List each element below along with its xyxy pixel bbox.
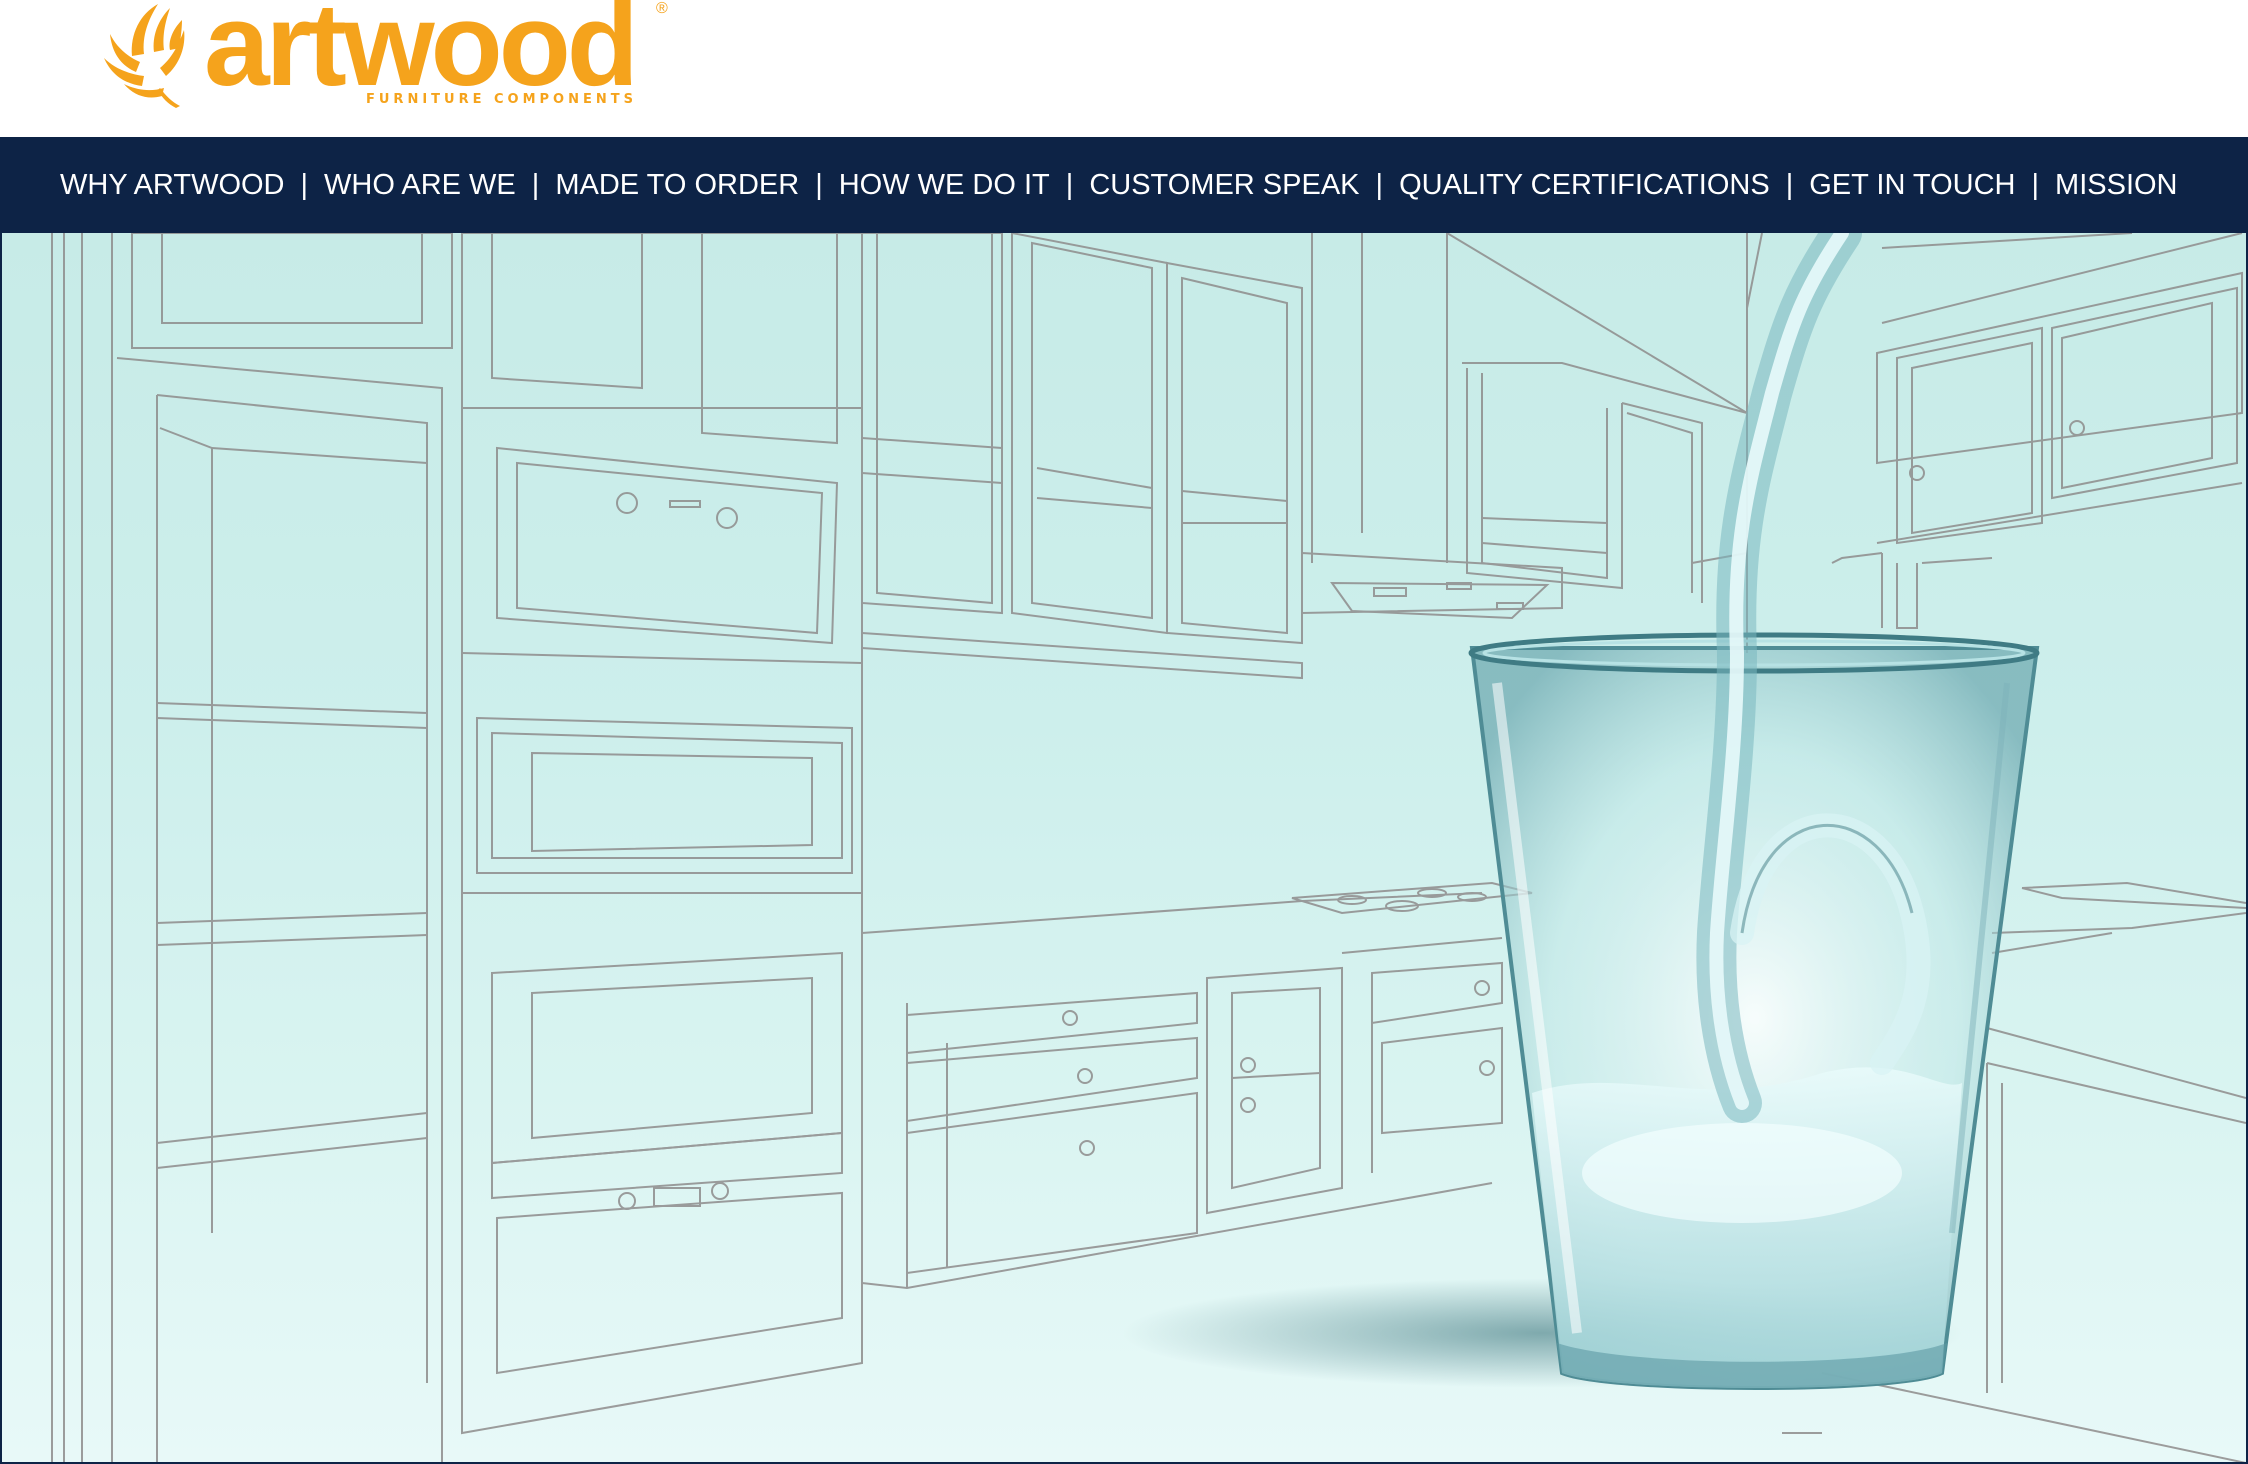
nav-separator: | bbox=[1785, 168, 1794, 201]
nav-separator: | bbox=[1065, 168, 1074, 201]
nav-mission[interactable]: MISSION bbox=[2055, 169, 2177, 202]
nav-separator: | bbox=[531, 168, 540, 201]
nav-separator: | bbox=[1375, 168, 1384, 201]
brand-tagline: FURNITURE COMPONENTS bbox=[366, 92, 637, 107]
nav-separator: | bbox=[300, 168, 309, 201]
kitchen-sketch-illustration bbox=[51, 233, 2246, 1463]
nav-who-are-we[interactable]: WHO ARE WE bbox=[324, 169, 516, 202]
main-navigation: WHY ARTWOOD | WHO ARE WE | MADE TO ORDER… bbox=[0, 137, 2248, 233]
site-header: artwood ® FURNITURE COMPONENTS bbox=[0, 0, 2248, 137]
brand-name: artwood bbox=[204, 0, 639, 111]
nav-quality-certifications[interactable]: QUALITY CERTIFICATIONS bbox=[1399, 169, 1770, 202]
hero-image bbox=[2, 233, 2246, 1463]
nav-get-in-touch[interactable]: GET IN TOUCH bbox=[1809, 169, 2015, 202]
nav-why-artwood[interactable]: WHY ARTWOOD bbox=[60, 169, 285, 202]
water-glass bbox=[1468, 233, 2040, 1390]
nav-made-to-order[interactable]: MADE TO ORDER bbox=[555, 169, 799, 202]
nav-how-we-do-it[interactable]: HOW WE DO IT bbox=[839, 169, 1050, 202]
nav-separator: | bbox=[815, 168, 823, 201]
nav-customer-speak[interactable]: CUSTOMER SPEAK bbox=[1089, 169, 1359, 202]
leaf-logo-icon bbox=[104, 4, 185, 108]
registered-mark: ® bbox=[656, 0, 668, 17]
nav-list: WHY ARTWOOD | WHO ARE WE | MADE TO ORDER… bbox=[60, 137, 2178, 233]
nav-separator: | bbox=[2031, 168, 2040, 201]
brand-logo[interactable]: artwood ® FURNITURE COMPONENTS bbox=[100, 0, 680, 115]
